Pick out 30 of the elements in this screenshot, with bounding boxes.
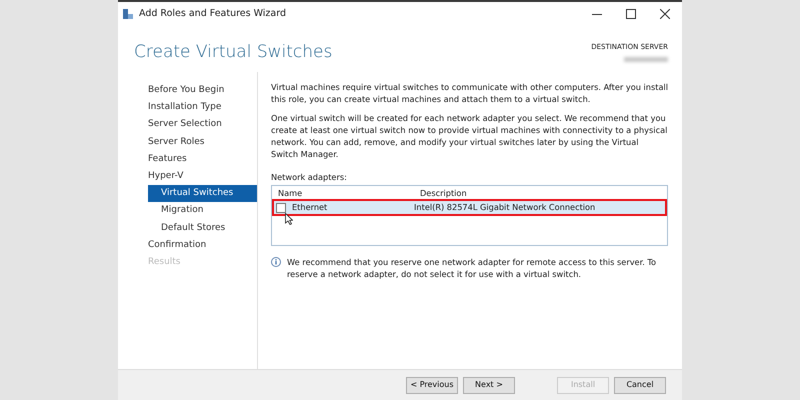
description-paragraph: One virtual switch will be created for each network adapter you select. We recommend that you create at least one virtual switch now to provide virtual machines with connectivity to a physical network. You can add, remove, and modify your virtual switches later by using the Virtual Switch Manager. (271, 112, 668, 161)
maximize-icon (626, 9, 636, 19)
nav-item[interactable]: Installation Type (118, 99, 257, 116)
checkbox[interactable] (276, 202, 286, 213)
wizard-button[interactable]: Cancel (614, 376, 666, 394)
column-header[interactable]: Description (420, 187, 467, 200)
wizard-button[interactable]: < Previous (406, 376, 458, 394)
nav-item[interactable]: Confirmation (118, 236, 257, 254)
close-icon (660, 9, 670, 19)
nav-item[interactable]: Server Selection (118, 116, 257, 134)
mouse-cursor-icon (285, 213, 293, 226)
blurred-server-name (624, 56, 668, 62)
nav-item[interactable]: Migration (118, 202, 257, 220)
nav-item[interactable]: Server Roles (118, 134, 257, 151)
info-text: We recommend that you reserve one network adapter for remote access to this server. To reserve a network adapter, do not select it for use with a virtual switch. (287, 256, 658, 281)
nav-item[interactable]: Virtual Switches (148, 185, 257, 202)
window-title: Add Roles and Features Wizard (139, 6, 286, 21)
description-paragraph: Virtual machines require virtual switches to communicate with other computers. After you install this role, you can create virtual machines and attach them to a virtual switch. (271, 81, 668, 106)
nav-item[interactable]: Hyper-V (118, 168, 257, 186)
info-icon (271, 257, 281, 268)
page-title: Create Virtual Switches (134, 41, 332, 64)
nav-item[interactable]: Default Stores (118, 220, 257, 237)
nav-item[interactable]: Features (118, 150, 257, 168)
adapter-name: Ethernet (292, 201, 328, 214)
adapter-description: Intel(R) 82574L Gigabit Network Connection (414, 201, 596, 214)
nav-item[interactable]: Before You Begin (118, 82, 257, 100)
network-adapters-label: Network adapters: (271, 170, 348, 184)
wizard-icon (122, 8, 134, 20)
column-header[interactable]: Name (278, 187, 420, 200)
wizard-button[interactable]: Next > (463, 376, 515, 394)
